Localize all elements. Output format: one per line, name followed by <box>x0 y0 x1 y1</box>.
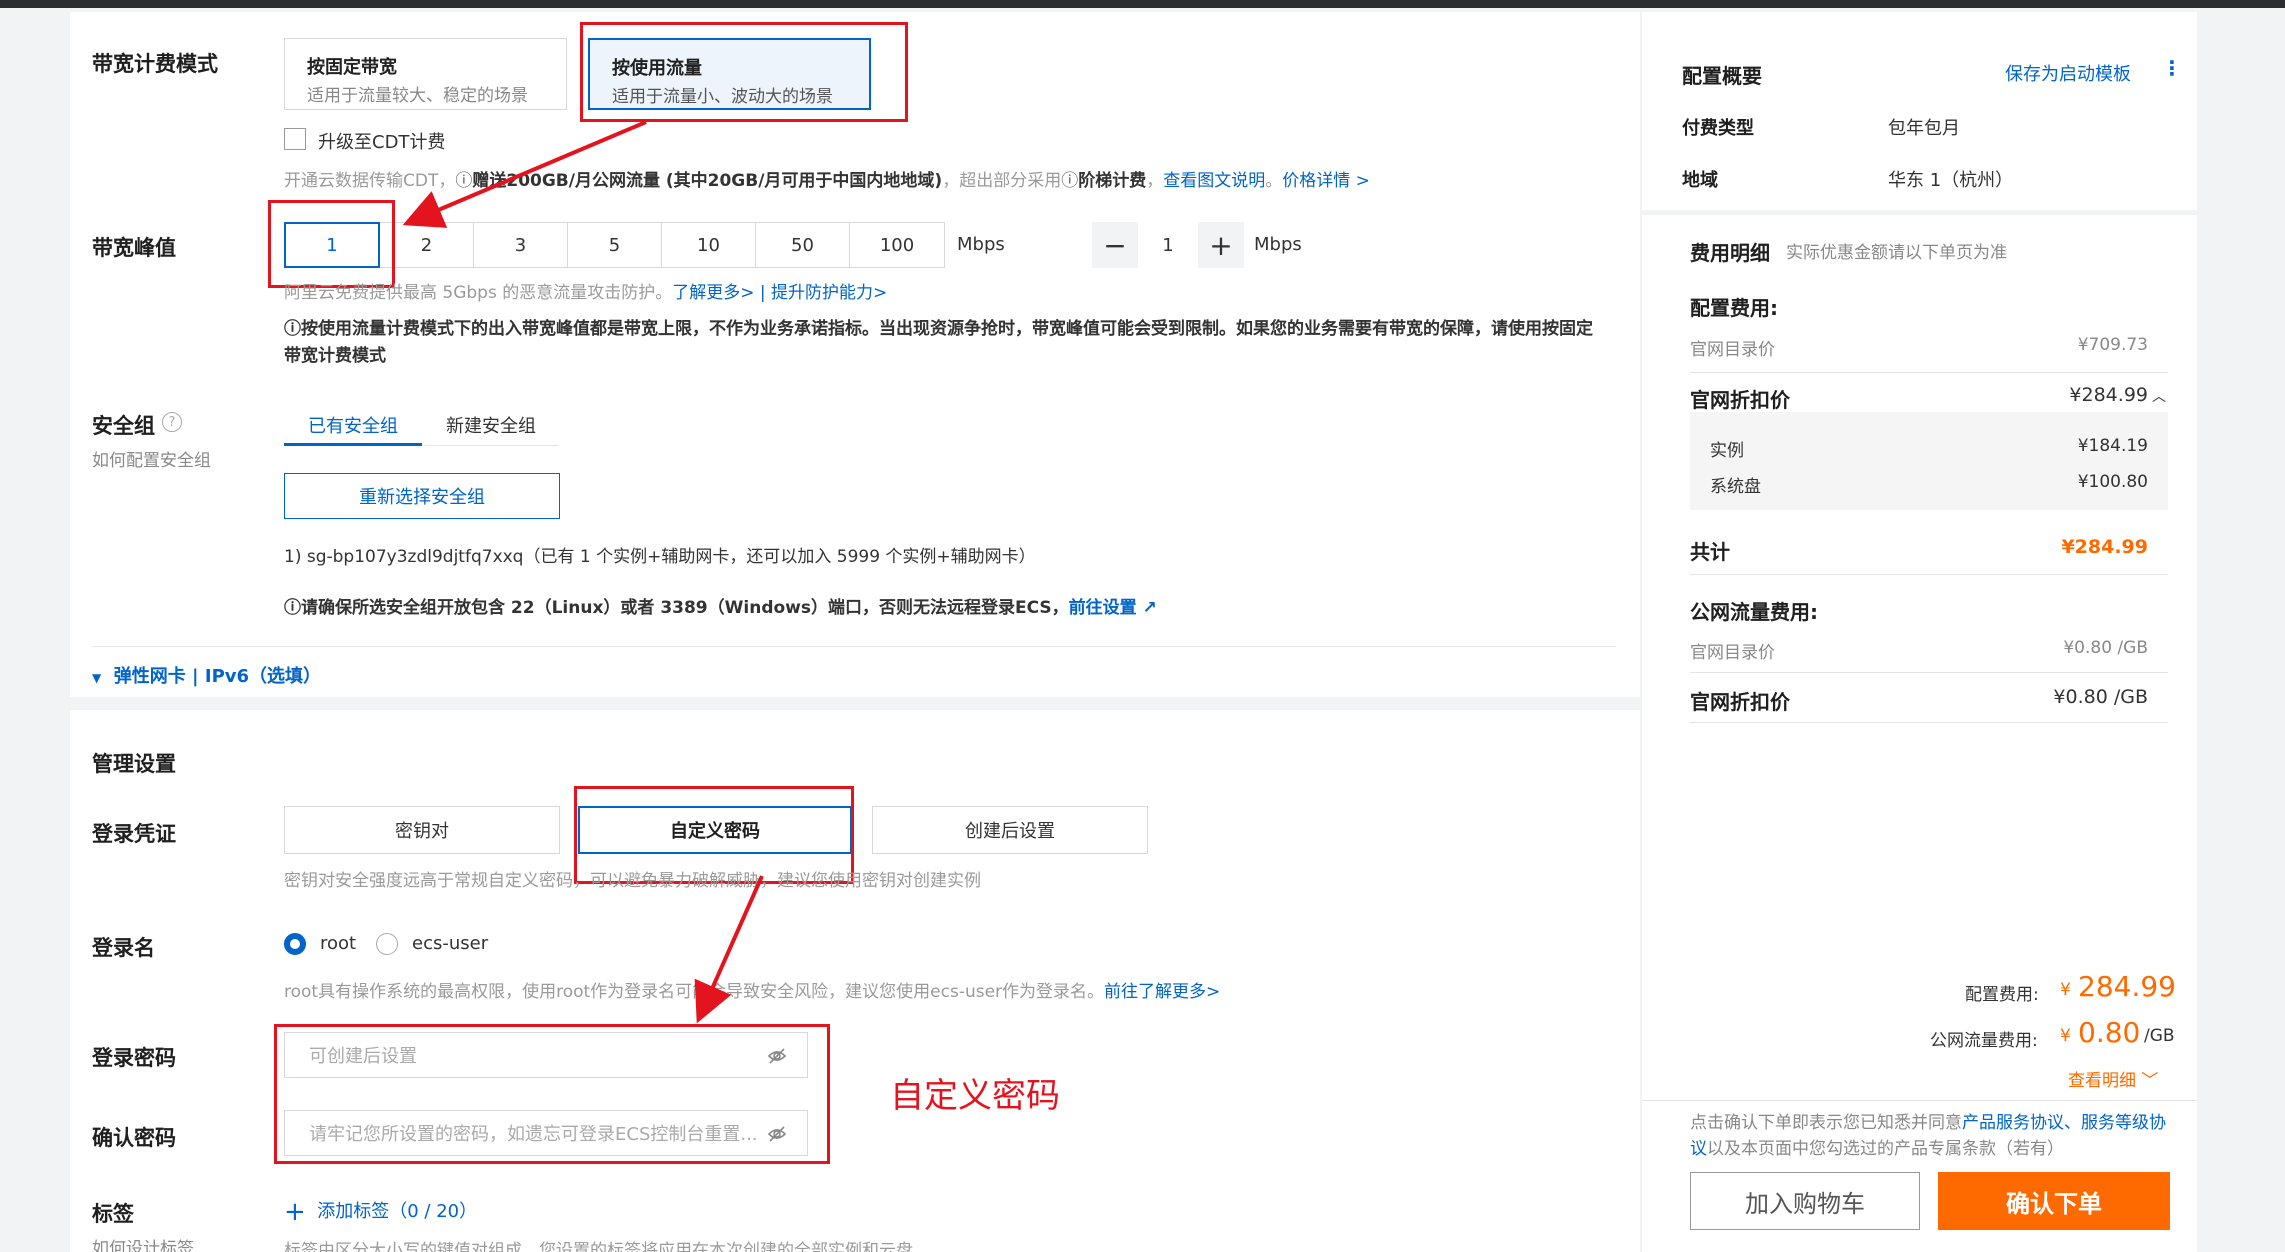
fee-note: 实际优惠金额请以下单页为准 <box>1786 243 2007 263</box>
product-agreement-link[interactable]: 产品服务协议 <box>1962 1113 2064 1133</box>
agreement-text: 点击确认下单即表示您已知悉并同意产品服务协议、服务等级协议以及本页面中您勾选过的… <box>1690 1110 2170 1162</box>
chevron-up-icon[interactable]: ︿ <box>2152 386 2166 406</box>
total-value: ¥284.99 <box>2061 536 2148 558</box>
bottom-config-currency: ¥ <box>2060 980 2071 1000</box>
traffic-list-label: 官网目录价 <box>1690 643 1775 663</box>
confirm-order-button[interactable]: 确认下单 <box>1938 1172 2170 1230</box>
chevron-down-icon: ﹀ <box>2141 1071 2159 1091</box>
traffic-title: 公网流量费用: <box>1690 600 1818 624</box>
bottom-traffic-currency: ¥ <box>2060 1026 2071 1046</box>
bottom-traffic-unit: /GB <box>2144 1026 2175 1046</box>
view-detail-link[interactable]: 查看明细 ﹀ <box>2068 1066 2158 1091</box>
agree-sep: 、 <box>2064 1113 2081 1133</box>
divider <box>1690 372 2168 373</box>
summary-title: 配置概要 <box>1682 64 1762 88</box>
traffic-discount-value: ¥0.80 /GB <box>2053 686 2148 708</box>
save-template-link[interactable]: 保存为启动模板 <box>2005 60 2131 86</box>
arrow-billing-to-bandwidth <box>402 120 647 228</box>
list-price-label: 官网目录价 <box>1690 340 1775 360</box>
disk-value: ¥100.80 <box>2077 472 2148 492</box>
arrow-credential-to-password <box>694 875 764 1024</box>
agree-pre: 点击确认下单即表示您已知悉并同意 <box>1690 1113 1962 1133</box>
more-icon[interactable]: ⋮ <box>2162 56 2182 80</box>
traffic-list-value: ¥0.80 /GB <box>2063 638 2148 658</box>
discount-detail-box <box>1690 412 2168 510</box>
bottom-traffic-value: 0.80 <box>2078 1016 2141 1049</box>
add-to-cart-button[interactable]: 加入购物车 <box>1690 1172 1920 1230</box>
region-value: 华东 1（杭州） <box>1888 170 2014 191</box>
bandwidth-option-1[interactable]: 1 <box>284 222 380 268</box>
discount-label: 官网折扣价 <box>1690 388 1790 412</box>
view-detail-label: 查看明细 <box>2068 1071 2136 1091</box>
instance-label: 实例 <box>1710 441 1744 461</box>
bottom-traffic-label: 公网流量费用: <box>1930 1031 2038 1051</box>
bottom-config-value: 284.99 <box>2078 970 2176 1003</box>
config-fee-title: 配置费用: <box>1690 296 1778 320</box>
divider <box>1690 722 2168 723</box>
total-label: 共计 <box>1690 540 1730 564</box>
fee-title: 费用明细 <box>1690 241 1770 265</box>
agree-post: 以及本页面中您勾选过的产品专属条款（若有） <box>1707 1139 2064 1159</box>
divider <box>1642 1100 2197 1101</box>
pay-type-label: 付费类型 <box>1682 118 1754 139</box>
list-price-value: ¥709.73 <box>2077 335 2148 355</box>
divider <box>1690 672 2168 673</box>
discount-value: ¥284.99 <box>2069 384 2148 406</box>
traffic-discount-label: 官网折扣价 <box>1690 690 1790 714</box>
instance-value: ¥184.19 <box>2077 436 2148 456</box>
region-label: 地域 <box>1682 170 1718 191</box>
disk-label: 系统盘 <box>1710 477 1761 497</box>
bottom-config-label: 配置费用: <box>1965 985 2039 1005</box>
divider <box>1690 574 2168 575</box>
pay-type-value: 包年包月 <box>1888 118 1960 139</box>
